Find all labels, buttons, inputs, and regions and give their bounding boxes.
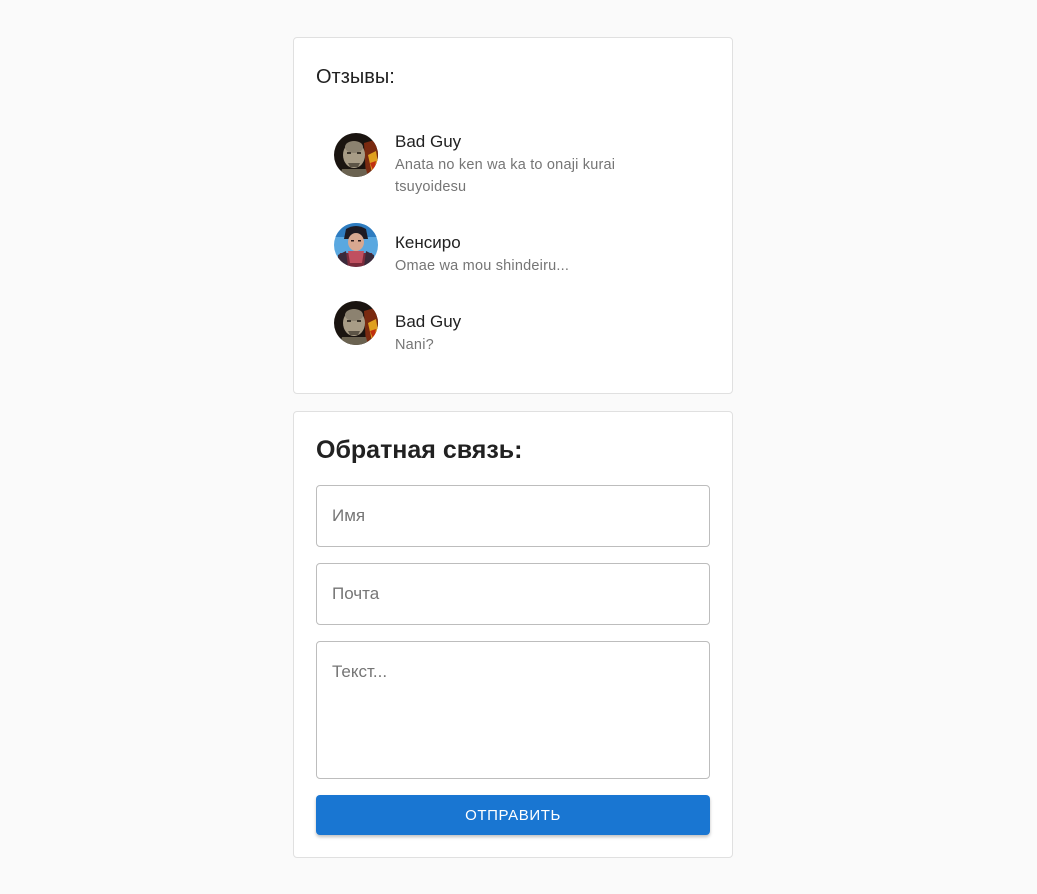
reviews-card: Отзывы: Bad Guy Anata no ken wa ka to on… bbox=[293, 37, 733, 394]
feedback-title: Обратная связь: bbox=[316, 436, 523, 464]
review-text: Nani? bbox=[395, 337, 434, 353]
message-textarea[interactable] bbox=[316, 641, 710, 779]
review-text: Anata no ken wa ka to onaji kurai tsuyoi… bbox=[395, 157, 616, 195]
review-body: Bad Guy Anata no ken wa ka to onaji kura… bbox=[395, 131, 655, 198]
kenshiro-avatar bbox=[334, 223, 378, 267]
bad-guy-avatar bbox=[334, 133, 378, 177]
review-body: Bad Guy Nani? bbox=[395, 311, 655, 356]
name-input[interactable] bbox=[316, 485, 710, 547]
reviews-title: Отзывы: bbox=[316, 66, 395, 88]
review-text: Omae wa mou shindeiru... bbox=[395, 258, 570, 274]
bad-guy-avatar bbox=[334, 301, 378, 345]
feedback-card: Обратная связь: ОТПРАВИТЬ bbox=[293, 411, 733, 858]
review-author: Bad Guy bbox=[395, 132, 462, 151]
review-author: Bad Guy bbox=[395, 312, 462, 331]
submit-button[interactable]: ОТПРАВИТЬ bbox=[316, 795, 710, 835]
review-author: Кенсиро bbox=[395, 233, 461, 252]
review-body: Кенсиро Omae wa mou shindeiru... bbox=[395, 232, 655, 277]
email-input[interactable] bbox=[316, 563, 710, 625]
